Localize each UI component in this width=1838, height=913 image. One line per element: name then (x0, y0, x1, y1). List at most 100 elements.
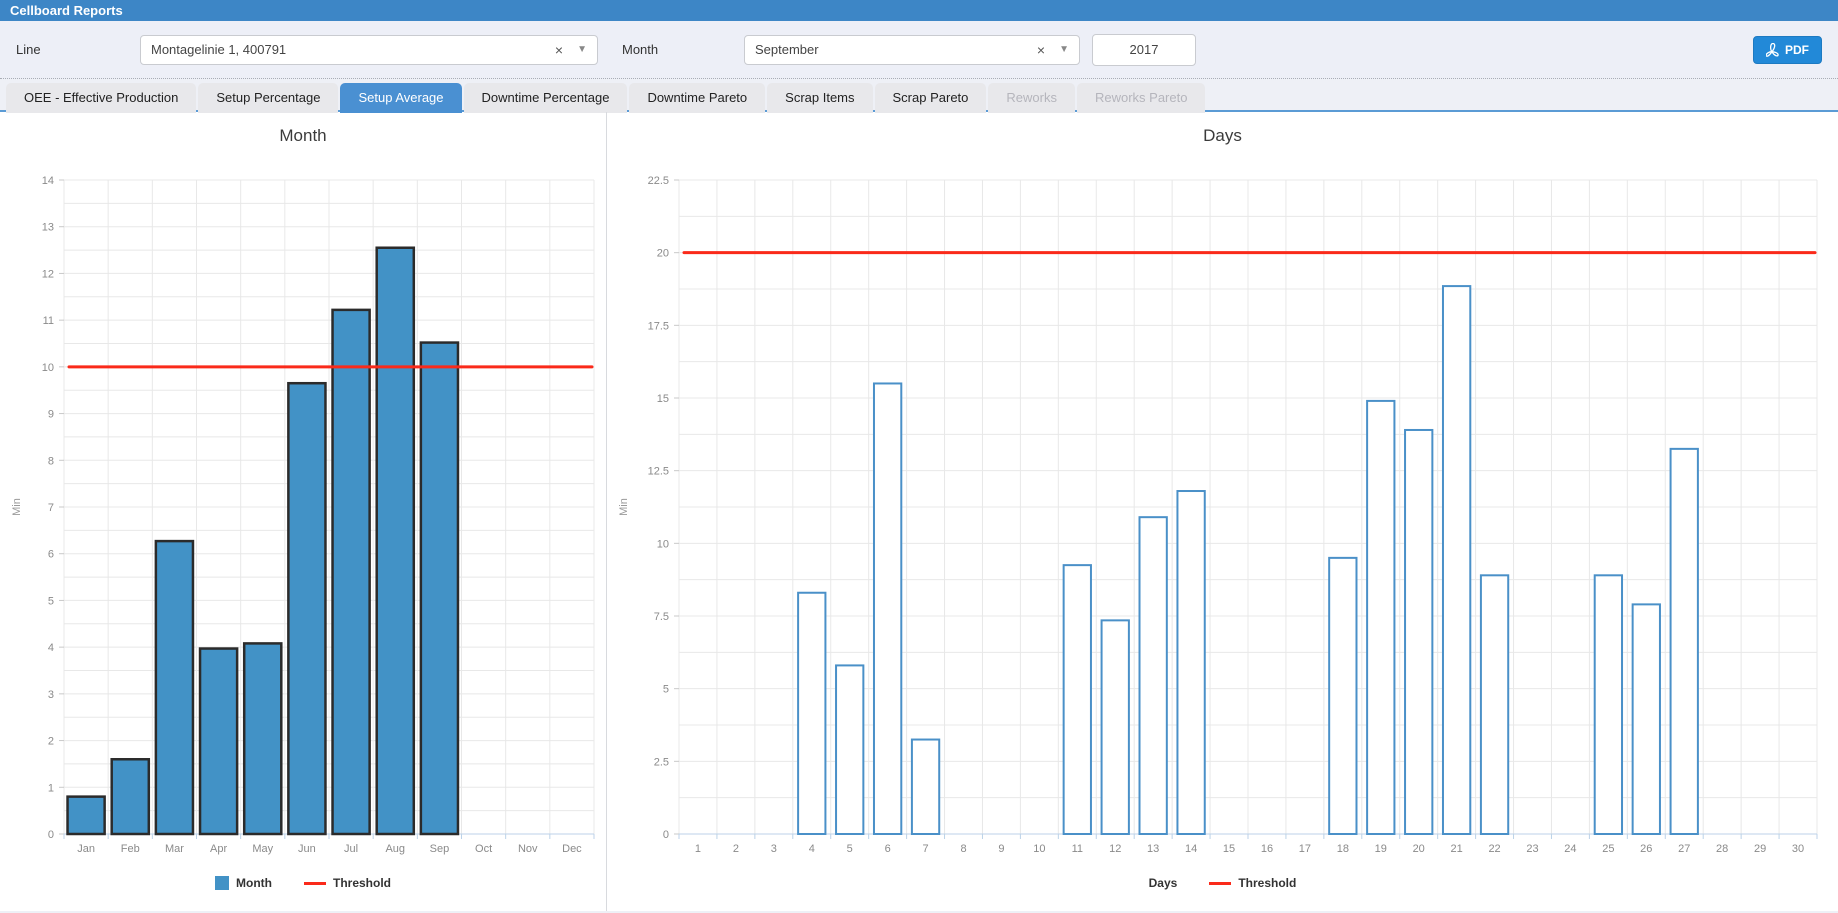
bar-14[interactable] (1177, 491, 1204, 834)
tab-reworks-pareto: Reworks Pareto (1077, 83, 1205, 113)
svg-text:2: 2 (733, 843, 739, 855)
bar-Sep[interactable] (421, 343, 458, 834)
tab-scrap-pareto[interactable]: Scrap Pareto (875, 83, 987, 113)
bar-26[interactable] (1633, 604, 1660, 834)
tab-reworks: Reworks (988, 83, 1075, 113)
svg-text:Sep: Sep (430, 843, 450, 855)
svg-text:Aug: Aug (385, 843, 405, 855)
pdf-button[interactable]: PDF (1753, 36, 1822, 64)
month-chart[interactable]: 01234567891011121314MinJanFebMarAprMayJu… (0, 146, 606, 870)
bar-Mar[interactable] (156, 541, 193, 834)
tab-strip: OEE - Effective ProductionSetup Percenta… (0, 79, 1838, 112)
legend-item-threshold[interactable]: Threshold (304, 876, 391, 890)
month-chart-legend: Month Threshold (0, 876, 606, 890)
bar-Apr[interactable] (200, 649, 237, 834)
bar-Feb[interactable] (112, 759, 149, 834)
bar-Jun[interactable] (288, 383, 325, 834)
legend-label: Days (1149, 876, 1178, 890)
line-select[interactable]: Montagelinie 1, 400791 × ▼ (140, 35, 598, 65)
svg-text:23: 23 (1526, 843, 1538, 855)
svg-text:25: 25 (1602, 843, 1614, 855)
svg-text:Apr: Apr (210, 843, 227, 855)
svg-text:12.5: 12.5 (648, 466, 669, 478)
month-label: Month (598, 42, 744, 57)
svg-text:27: 27 (1678, 843, 1690, 855)
bar-May[interactable] (244, 643, 281, 834)
svg-text:28: 28 (1716, 843, 1728, 855)
svg-text:15: 15 (657, 393, 669, 405)
svg-text:29: 29 (1754, 843, 1766, 855)
bar-13[interactable] (1140, 517, 1167, 834)
days-chart-panel: Days 02.557.51012.51517.52022.5Min123456… (607, 112, 1838, 911)
pdf-icon (1766, 43, 1779, 57)
chevron-down-icon[interactable]: ▼ (571, 44, 587, 55)
svg-text:7: 7 (48, 502, 54, 514)
svg-text:9: 9 (48, 409, 54, 421)
tab-downtime-pareto[interactable]: Downtime Pareto (629, 83, 765, 113)
bar-12[interactable] (1102, 620, 1129, 834)
svg-text:May: May (252, 843, 273, 855)
tab-setup-percentage[interactable]: Setup Percentage (198, 83, 338, 113)
bar-4[interactable] (798, 593, 825, 834)
year-input[interactable] (1092, 34, 1196, 66)
svg-text:10: 10 (1033, 843, 1045, 855)
tab-scrap-items[interactable]: Scrap Items (767, 83, 872, 113)
svg-text:Oct: Oct (475, 843, 492, 855)
line-label: Line (16, 42, 140, 57)
svg-text:19: 19 (1375, 843, 1387, 855)
svg-text:8: 8 (960, 843, 966, 855)
svg-text:Mar: Mar (165, 843, 184, 855)
bar-22[interactable] (1481, 575, 1508, 834)
svg-text:6: 6 (885, 843, 891, 855)
bar-Jan[interactable] (68, 797, 105, 834)
svg-text:22: 22 (1488, 843, 1500, 855)
bar-21[interactable] (1443, 286, 1470, 834)
svg-text:10: 10 (657, 538, 669, 550)
svg-text:Jul: Jul (344, 843, 358, 855)
svg-text:2: 2 (48, 736, 54, 748)
tab-setup-average[interactable]: Setup Average (340, 83, 461, 113)
svg-text:2.5: 2.5 (654, 756, 669, 768)
svg-text:10: 10 (42, 362, 54, 374)
bar-27[interactable] (1671, 449, 1698, 834)
days-chart[interactable]: 02.557.51012.51517.52022.5Min12345678910… (607, 146, 1837, 870)
clear-icon[interactable]: × (547, 42, 571, 58)
svg-text:13: 13 (42, 222, 54, 234)
svg-text:0: 0 (48, 829, 54, 841)
svg-text:Min: Min (618, 498, 630, 516)
legend-line (1209, 882, 1231, 885)
clear-icon[interactable]: × (1029, 42, 1053, 58)
svg-text:8: 8 (48, 455, 54, 467)
tab-downtime-percentage[interactable]: Downtime Percentage (464, 83, 628, 113)
bar-Aug[interactable] (377, 248, 414, 834)
chevron-down-icon[interactable]: ▼ (1053, 44, 1069, 55)
svg-text:21: 21 (1451, 843, 1463, 855)
svg-text:20: 20 (657, 248, 669, 260)
bar-11[interactable] (1064, 565, 1091, 834)
svg-text:0: 0 (663, 829, 669, 841)
days-chart-title: Days (607, 126, 1838, 146)
legend-item-month[interactable]: Month (215, 876, 272, 890)
month-select[interactable]: September × ▼ (744, 35, 1080, 65)
svg-text:14: 14 (42, 175, 54, 187)
legend-item-threshold[interactable]: Threshold (1209, 876, 1296, 890)
bar-18[interactable] (1329, 558, 1356, 834)
bar-6[interactable] (874, 383, 901, 834)
svg-text:7: 7 (923, 843, 929, 855)
legend-label: Threshold (333, 876, 391, 890)
bar-5[interactable] (836, 665, 863, 834)
tab-oee-effective-production[interactable]: OEE - Effective Production (6, 83, 196, 113)
bar-7[interactable] (912, 740, 939, 834)
svg-text:Jun: Jun (298, 843, 316, 855)
bar-19[interactable] (1367, 401, 1394, 834)
bar-20[interactable] (1405, 430, 1432, 834)
svg-text:4: 4 (48, 642, 54, 654)
svg-text:14: 14 (1185, 843, 1197, 855)
svg-text:Feb: Feb (121, 843, 140, 855)
legend-item-days[interactable]: Days (1149, 876, 1178, 890)
legend-label: Threshold (1238, 876, 1296, 890)
bar-25[interactable] (1595, 575, 1622, 834)
bar-Jul[interactable] (333, 310, 370, 834)
app-title: Cellboard Reports (0, 0, 1838, 21)
svg-text:30: 30 (1792, 843, 1804, 855)
